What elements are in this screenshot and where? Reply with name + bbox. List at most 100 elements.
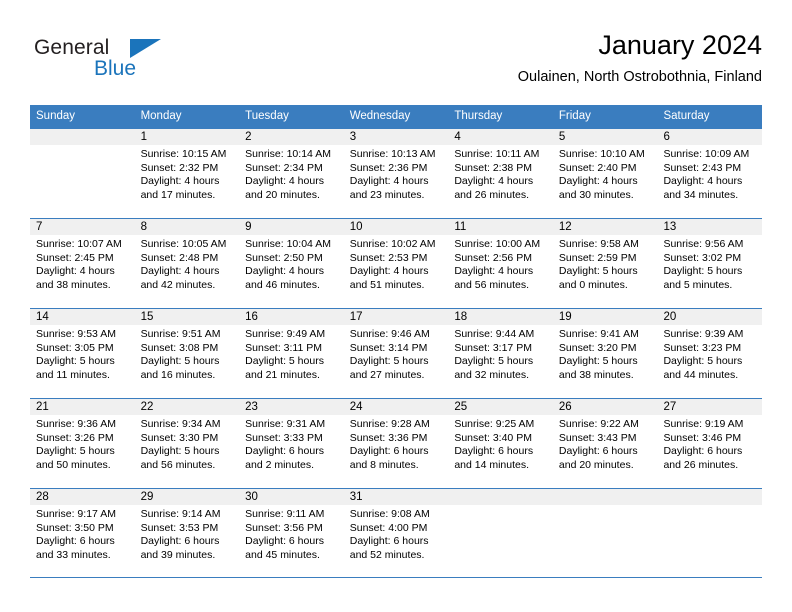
weekday-header-saturday: Saturday bbox=[663, 110, 710, 122]
calendar-day-cell[interactable]: 19 Sunrise: 9:41 AM Sunset: 3:20 PM Dayligh… bbox=[552, 309, 658, 398]
day-info-line: Sunrise: 10:04 AM bbox=[245, 238, 331, 250]
day-sun-info: Sunrise: 10:07 AM Sunset: 2:45 PM Daylight… bbox=[30, 235, 135, 292]
calendar-day-cell[interactable]: 16 Sunrise: 9:49 AM Sunset: 3:11 PM Dayligh… bbox=[239, 309, 344, 398]
calendar-day-empty bbox=[657, 489, 763, 577]
day-info-line: Sunrise: 9:31 AM bbox=[245, 418, 326, 430]
day-info-line: Sunrise: 9:22 AM bbox=[558, 418, 639, 430]
day-info-line: Sunrise: 9:19 AM bbox=[663, 418, 744, 430]
day-info-line: Sunset: 3:14 PM bbox=[349, 341, 428, 354]
calendar-day-cell[interactable]: 5 Sunrise: 10:10 AM Sunset: 2:40 PM Dayligh… bbox=[552, 129, 658, 218]
day-info-line: and 32 minutes. bbox=[454, 368, 530, 381]
calendar-day-cell[interactable]: 25 Sunrise: 9:25 AM Sunset: 3:40 PM Dayligh… bbox=[448, 399, 553, 488]
day-info-line: Sunset: 3:23 PM bbox=[663, 341, 742, 354]
day-info-line: Sunrise: 9:08 AM bbox=[349, 508, 430, 520]
day-info-line: Sunrise: 10:15 AM bbox=[140, 148, 227, 160]
day-info-line: Sunset: 3:43 PM bbox=[558, 431, 637, 444]
calendar-day-cell[interactable]: 11 Sunrise: 10:00 AM Sunset: 2:56 PM Daylig… bbox=[448, 219, 553, 308]
day-sun-info: Sunrise: 10:10 AM Sunset: 2:40 PM Daylight… bbox=[553, 145, 658, 202]
calendar-day-cell[interactable]: 15 Sunrise: 9:51 AM Sunset: 3:08 PM Dayligh… bbox=[134, 309, 240, 398]
day-info-line: Sunset: 2:56 PM bbox=[454, 251, 532, 264]
day-number: 28 bbox=[30, 489, 135, 505]
day-sun-info: Sunrise: 9:14 AM Sunset: 3:53 PM Daylight:… bbox=[135, 505, 240, 562]
day-info-line: Daylight: 6 hours bbox=[245, 535, 324, 548]
day-sun-info bbox=[448, 505, 553, 508]
day-info-line: Sunrise: 9:58 AM bbox=[558, 238, 639, 250]
day-info-line: Daylight: 6 hours bbox=[558, 445, 638, 458]
calendar-day-cell[interactable]: 20 Sunrise: 9:39 AM Sunset: 3:23 PM Dayligh… bbox=[657, 309, 763, 398]
day-sun-info: Sunrise: 10:09 AM Sunset: 2:43 PM Daylight… bbox=[657, 145, 762, 202]
day-info-line: Sunrise: 9:46 AM bbox=[349, 328, 430, 340]
calendar-day-cell[interactable]: 9 Sunrise: 10:04 AM Sunset: 2:50 PM Dayligh… bbox=[239, 219, 344, 308]
calendar-day-cell[interactable]: 4 Sunrise: 10:11 AM Sunset: 2:38 PM Dayligh… bbox=[448, 129, 553, 218]
calendar-day-cell[interactable]: 31 Sunrise: 9:08 AM Sunset: 4:00 PM Dayligh… bbox=[343, 489, 449, 577]
calendar-day-cell[interactable]: 23 Sunrise: 9:31 AM Sunset: 3:33 PM Dayligh… bbox=[239, 399, 344, 488]
calendar-day-cell[interactable]: 13 Sunrise: 9:56 AM Sunset: 3:02 PM Dayligh… bbox=[657, 219, 763, 308]
day-info-line: Sunset: 3:02 PM bbox=[663, 251, 742, 264]
calendar-grid: Sunday Monday Tuesday Wednesday Thursday Frid… bbox=[30, 105, 763, 578]
calendar-day-cell[interactable]: 14 Sunrise: 9:53 AM Sunset: 3:05 PM Dayligh… bbox=[30, 309, 135, 398]
day-info-line: Daylight: 5 hours bbox=[245, 355, 324, 368]
day-info-line: Sunrise: 10:05 AM bbox=[140, 238, 227, 250]
day-info-line: Sunrise: 10:07 AM bbox=[36, 238, 122, 250]
day-sun-info: Sunrise: 9:11 AM Sunset: 3:56 PM Daylight:… bbox=[239, 505, 344, 562]
day-info-line: Daylight: 6 hours bbox=[36, 535, 115, 548]
day-number: 4 bbox=[448, 129, 553, 145]
day-number: 7 bbox=[30, 219, 135, 235]
calendar-day-cell[interactable]: 26 Sunrise: 9:22 AM Sunset: 3:43 PM Dayligh… bbox=[552, 399, 658, 488]
calendar-day-cell[interactable]: 8 Sunrise: 10:05 AM Sunset: 2:48 PM Dayligh… bbox=[134, 219, 240, 308]
day-sun-info: Sunrise: 9:36 AM Sunset: 3:26 PM Daylight:… bbox=[30, 415, 135, 472]
day-info-line: and 38 minutes. bbox=[558, 368, 634, 381]
day-info-line: Sunrise: 9:56 AM bbox=[663, 238, 744, 250]
calendar-day-cell[interactable]: 12 Sunrise: 9:58 AM Sunset: 2:59 PM Dayligh… bbox=[552, 219, 658, 308]
calendar-day-cell[interactable]: 1 Sunrise: 10:15 AM Sunset: 2:32 PM Dayligh… bbox=[134, 129, 240, 218]
calendar-day-cell[interactable]: 29 Sunrise: 9:14 AM Sunset: 3:53 PM Dayligh… bbox=[134, 489, 240, 577]
day-info-line: and 26 minutes. bbox=[454, 188, 530, 201]
calendar-day-empty bbox=[552, 489, 658, 577]
day-info-line: Sunset: 3:11 PM bbox=[245, 341, 323, 354]
calendar-day-cell[interactable]: 28 Sunrise: 9:17 AM Sunset: 3:50 PM Dayligh… bbox=[30, 489, 135, 577]
day-info-line: Daylight: 6 hours bbox=[140, 535, 220, 548]
day-sun-info: Sunrise: 9:19 AM Sunset: 3:46 PM Daylight:… bbox=[657, 415, 762, 472]
calendar-day-cell[interactable]: 22 Sunrise: 9:34 AM Sunset: 3:30 PM Dayligh… bbox=[134, 399, 240, 488]
day-sun-info bbox=[657, 505, 762, 508]
day-info-line: Sunset: 3:40 PM bbox=[454, 431, 532, 444]
day-info-line: Sunset: 2:32 PM bbox=[140, 161, 219, 174]
calendar-day-cell[interactable]: 18 Sunrise: 9:44 AM Sunset: 3:17 PM Dayligh… bbox=[448, 309, 553, 398]
brand-logo[interactable]: General Blue bbox=[34, 36, 234, 92]
day-number: 16 bbox=[239, 309, 344, 325]
day-sun-info: Sunrise: 9:53 AM Sunset: 3:05 PM Daylight:… bbox=[30, 325, 135, 382]
calendar-day-cell[interactable]: 21 Sunrise: 9:36 AM Sunset: 3:26 PM Dayligh… bbox=[30, 399, 135, 488]
calendar-day-cell[interactable]: 10 Sunrise: 10:02 AM Sunset: 2:53 PM Daylig… bbox=[343, 219, 449, 308]
day-number: 12 bbox=[552, 219, 658, 235]
calendar-day-cell[interactable]: 24 Sunrise: 9:28 AM Sunset: 3:36 PM Dayligh… bbox=[343, 399, 449, 488]
day-number: 25 bbox=[448, 399, 553, 415]
day-info-line: Sunset: 3:26 PM bbox=[36, 431, 114, 444]
calendar-day-cell[interactable]: 27 Sunrise: 9:19 AM Sunset: 3:46 PM Dayligh… bbox=[657, 399, 763, 488]
day-info-line: Sunrise: 9:44 AM bbox=[454, 328, 535, 340]
day-number: 27 bbox=[657, 399, 763, 415]
day-info-line: Sunset: 2:43 PM bbox=[663, 161, 742, 174]
day-info-line: and 46 minutes. bbox=[245, 278, 320, 291]
day-info-line: Sunset: 4:00 PM bbox=[349, 521, 428, 534]
day-sun-info: Sunrise: 9:56 AM Sunset: 3:02 PM Daylight:… bbox=[657, 235, 762, 292]
day-info-line: Sunset: 3:05 PM bbox=[36, 341, 114, 354]
day-sun-info bbox=[553, 505, 658, 508]
day-info-line: Sunset: 2:40 PM bbox=[558, 161, 637, 174]
day-info-line: Sunset: 3:53 PM bbox=[140, 521, 219, 534]
calendar-day-cell[interactable]: 6 Sunrise: 10:09 AM Sunset: 2:43 PM Dayligh… bbox=[657, 129, 763, 218]
day-sun-info: Sunrise: 9:51 AM Sunset: 3:08 PM Daylight:… bbox=[135, 325, 240, 382]
day-info-line: Sunset: 3:20 PM bbox=[558, 341, 637, 354]
calendar-day-cell[interactable]: 3 Sunrise: 10:13 AM Sunset: 2:36 PM Dayligh… bbox=[343, 129, 449, 218]
day-info-line: and 8 minutes. bbox=[349, 458, 419, 471]
day-sun-info: Sunrise: 9:28 AM Sunset: 3:36 PM Daylight:… bbox=[344, 415, 449, 472]
calendar-week-row: 14 Sunrise: 9:53 AM Sunset: 3:05 PM Dayligh… bbox=[30, 308, 763, 398]
calendar-day-cell[interactable]: 17 Sunrise: 9:46 AM Sunset: 3:14 PM Dayligh… bbox=[343, 309, 449, 398]
day-number: 10 bbox=[343, 219, 449, 235]
day-info-line: and 26 minutes. bbox=[663, 458, 739, 471]
day-sun-info: Sunrise: 9:22 AM Sunset: 3:43 PM Daylight:… bbox=[553, 415, 658, 472]
calendar-day-cell[interactable]: 7 Sunrise: 10:07 AM Sunset: 2:45 PM Dayligh… bbox=[30, 219, 135, 308]
calendar-week-row: 1 Sunrise: 10:15 AM Sunset: 2:32 PM Dayligh… bbox=[30, 128, 763, 218]
day-info-line: Daylight: 4 hours bbox=[349, 265, 429, 278]
calendar-day-cell[interactable]: 2 Sunrise: 10:14 AM Sunset: 2:34 PM Dayligh… bbox=[239, 129, 344, 218]
calendar-day-cell[interactable]: 30 Sunrise: 9:11 AM Sunset: 3:56 PM Dayligh… bbox=[239, 489, 344, 577]
